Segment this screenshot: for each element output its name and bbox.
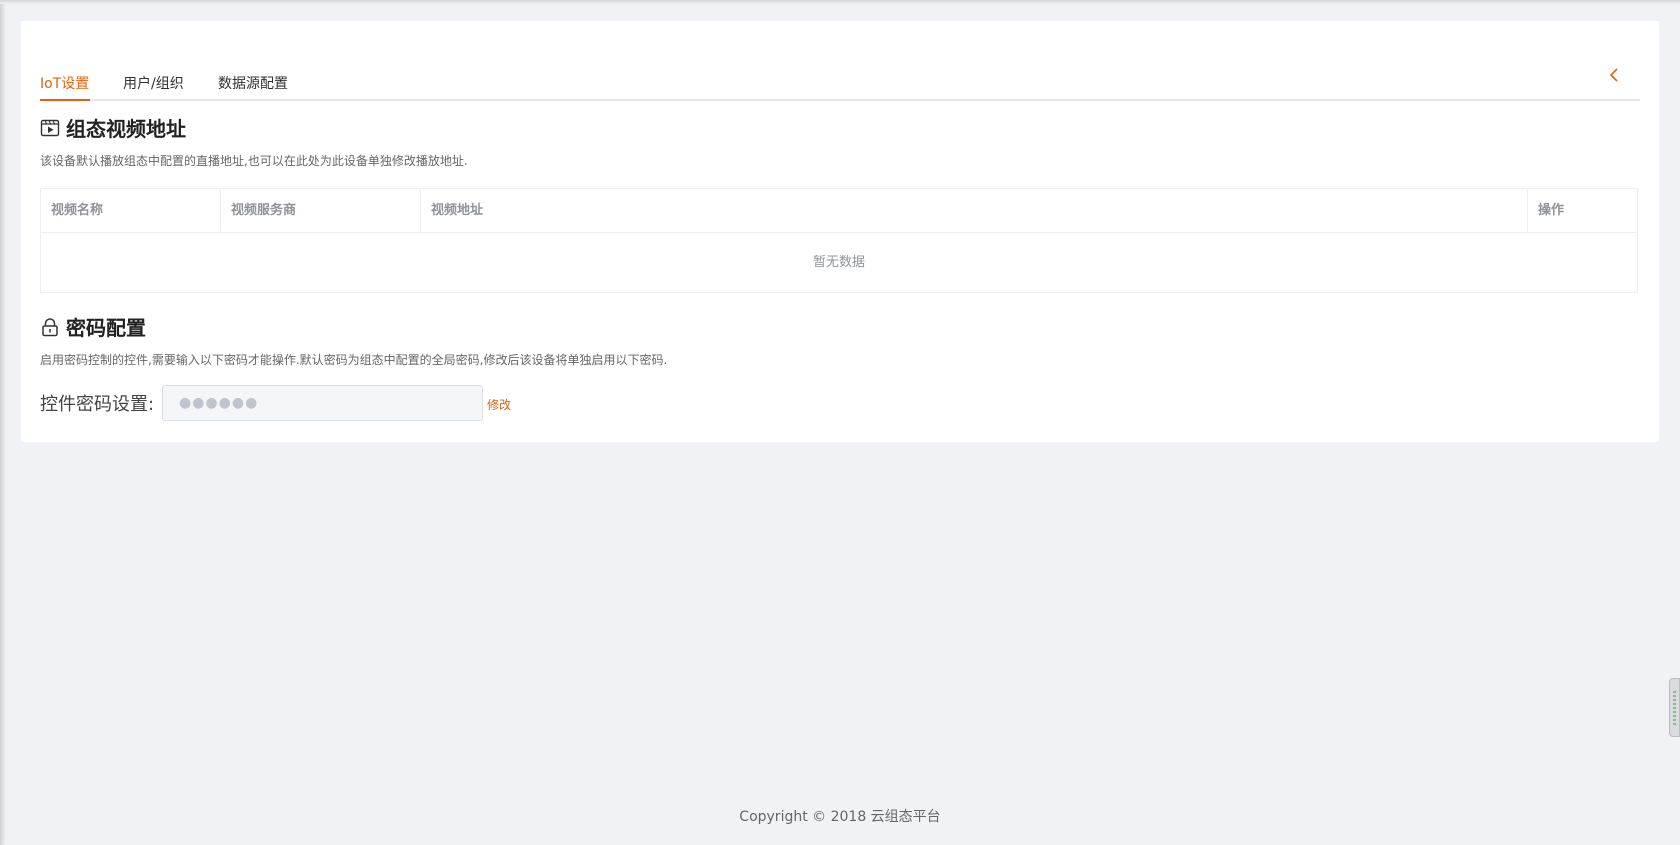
left-edge-shadow xyxy=(0,0,6,845)
settings-tabs: IoT设置 用户/组织 数据源配置 xyxy=(40,49,1640,101)
control-password-label: 控件密码设置: xyxy=(40,394,155,415)
video-section-header: 组态视频地址 xyxy=(40,113,186,142)
video-table: 视频名称 视频服务商 视频地址 操作 暂无数据 xyxy=(40,188,1638,293)
table-empty-text: 暂无数据 xyxy=(812,255,865,270)
tab-datasource-config[interactable]: 数据源配置 xyxy=(218,73,288,101)
control-password-input[interactable] xyxy=(162,385,483,421)
video-section-title: 组态视频地址 xyxy=(66,117,186,141)
side-scroll-handle[interactable] xyxy=(1669,678,1680,737)
password-section-description: 启用密码控制的控件,需要输入以下密码才能操作.默认密码为组态中配置的全局密码,修… xyxy=(40,353,668,367)
chevron-left-icon xyxy=(1609,68,1618,82)
column-header-video-url: 视频地址 xyxy=(421,189,1528,232)
tab-iot-settings[interactable]: IoT设置 xyxy=(40,73,89,101)
table-header: 视频名称 视频服务商 视频地址 操作 xyxy=(41,189,1637,233)
video-play-icon xyxy=(40,119,60,136)
tab-users-organization[interactable]: 用户/组织 xyxy=(123,73,184,101)
top-edge-shadow xyxy=(0,0,1680,4)
edit-password-link[interactable]: 修改 xyxy=(487,396,511,413)
password-section-title: 密码配置 xyxy=(66,316,146,340)
grip-icon xyxy=(1673,691,1676,725)
lock-icon xyxy=(42,317,58,336)
active-tab-indicator xyxy=(40,99,90,101)
video-section-description: 该设备默认播放组态中配置的直播地址,也可以在此处为此设备单独修改播放地址. xyxy=(40,154,468,168)
password-section-header: 密码配置 xyxy=(40,312,146,341)
settings-card: IoT设置 用户/组织 数据源配置 组态视频地址 该设备默认播放组态中配置的直播… xyxy=(21,21,1659,442)
column-header-video-provider: 视频服务商 xyxy=(221,189,421,232)
collapse-button[interactable] xyxy=(1606,65,1622,85)
column-header-video-name: 视频名称 xyxy=(41,189,221,232)
copyright-footer: Copyright © 2018 云组态平台 xyxy=(739,809,941,825)
column-header-actions: 操作 xyxy=(1538,203,1565,218)
